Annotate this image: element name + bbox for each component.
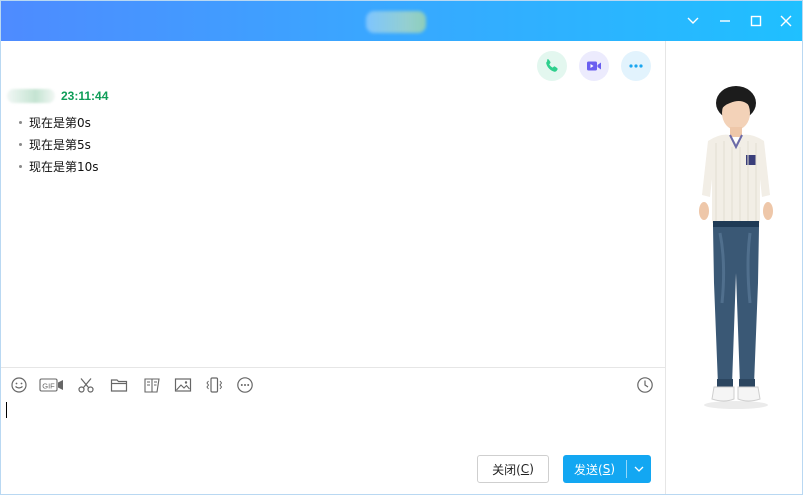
folder-icon [110,379,128,392]
bullet [19,120,22,124]
history-button[interactable] [634,375,656,395]
message-text: 现在是第0s [29,115,91,130]
divider [1,367,666,368]
send-button[interactable]: 发送(S) [563,455,651,483]
text-cursor [6,402,7,418]
gif-icon: GIF [39,378,63,392]
voice-call-button[interactable] [537,51,567,81]
send-button-label-end: ) [610,462,615,476]
send-button-label: 发送( [574,462,603,477]
send-button-hotkey: S [602,462,611,476]
video-call-icon [587,61,601,71]
voice-call-icon [546,59,558,72]
message-area[interactable]: 23:11:44 现在是第0s 现在是第5s 现在是第10s [1,41,666,367]
message-input[interactable] [1,397,666,449]
gif-label: GIF [42,381,55,390]
close-button-hotkey: C [520,462,530,476]
bullet [19,142,22,146]
image-icon [174,378,192,392]
more-icon [629,64,643,68]
contact-name-blurred [366,11,426,33]
avatar-show-panel [666,41,802,494]
image-button[interactable] [172,375,194,395]
chat-window: 23:11:44 现在是第0s 现在是第5s 现在是第10s GIF 关闭(C… [0,0,803,495]
close-button-label: 关闭( [492,462,521,477]
close-button[interactable]: 关闭(C) [477,455,549,483]
bullet [19,164,22,168]
close-button-label-end: ) [529,462,534,476]
message-item[interactable]: 现在是第10s [19,155,99,177]
clock-icon [637,377,653,393]
title-bar[interactable] [1,1,802,41]
chevron-down-icon [634,466,644,472]
message-text: 现在是第10s [29,159,99,174]
favorites-icon [144,378,160,393]
send-main[interactable]: 发送(S) [563,455,626,483]
file-button[interactable] [108,375,130,395]
message-item[interactable]: 现在是第5s [19,133,99,155]
avatar-show-figure[interactable] [686,83,786,463]
maximize-icon[interactable] [744,9,768,33]
message-list: 现在是第0s 现在是第5s 现在是第10s [19,111,99,177]
message-text: 现在是第5s [29,137,91,152]
message-header: 23:11:44 [7,89,108,103]
screenshot-button[interactable] [75,375,97,395]
input-toolbar: GIF [1,373,666,397]
emoji-button[interactable] [8,375,30,395]
more-options-icon [237,377,253,393]
minimize-icon[interactable] [713,9,737,33]
message-time: 23:11:44 [61,89,109,103]
send-options-dropdown[interactable] [627,455,651,483]
gif-button[interactable]: GIF [39,375,65,395]
more-button[interactable] [621,51,651,81]
favorites-button[interactable] [141,375,163,395]
shake-window-button[interactable] [203,375,225,395]
more-options-button[interactable] [234,375,256,395]
video-call-button[interactable] [579,51,609,81]
sender-name-blurred [7,89,55,103]
collapse-icon[interactable] [681,9,705,33]
close-icon[interactable] [774,9,798,33]
emoji-icon [11,377,27,393]
screenshot-scissors-icon [78,378,94,393]
shake-window-icon [206,377,223,393]
message-item[interactable]: 现在是第0s [19,111,99,133]
